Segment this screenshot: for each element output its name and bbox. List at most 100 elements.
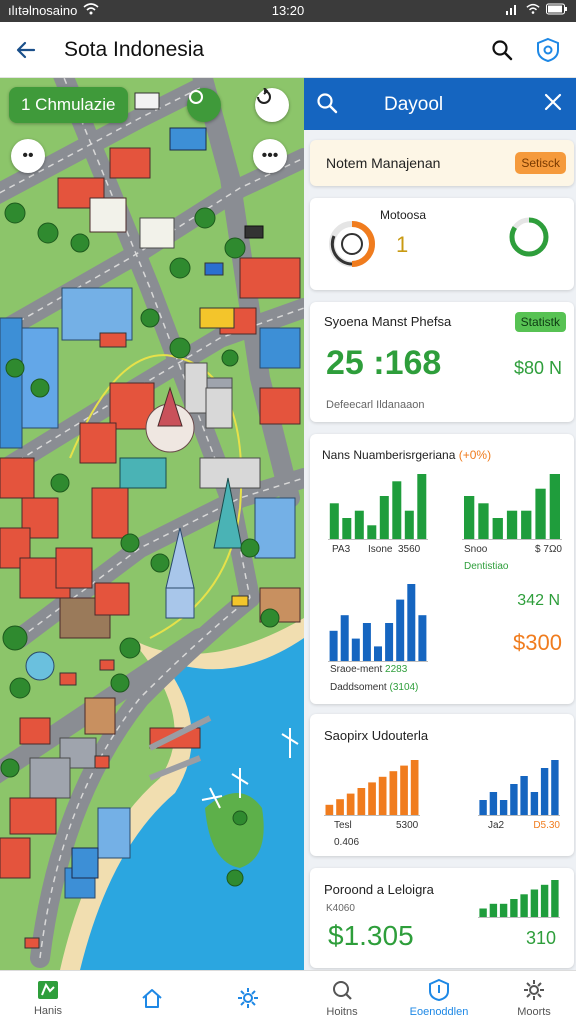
chart-b-value: 342 N [517,592,560,609]
chart-bar [492,518,503,540]
chart-bar [340,615,349,662]
map-locate-button[interactable] [187,88,221,122]
search-button[interactable] [486,34,518,66]
map-location-chip[interactable]: 1 Chmulazie [9,87,128,123]
charts-card-title-text: Nans Nuamberisrgeriana [322,448,456,462]
battery-icon [546,3,568,18]
revenue-sub: K4060 [326,903,355,914]
page-title: Sota Indonesia [64,38,205,61]
chart-bar [520,894,528,918]
search-icon [317,93,338,114]
chart-bar [357,788,366,816]
chart-bar [530,889,539,918]
settings-button[interactable] [532,34,564,66]
chart-bar [418,615,427,662]
chart-c-caption-text: Daddsoment [330,682,387,693]
chart-bar [342,518,352,540]
panel-close-button[interactable] [542,91,564,118]
map-more-button[interactable]: ••• [253,139,287,173]
refresh-icon [257,88,271,104]
status-bar: ılıtəlnosaino 13:20 [0,0,576,22]
chart-bar [521,510,532,540]
gauge-ring-icon [329,221,375,267]
map-dots-button[interactable]: •• [11,139,45,173]
chart-bar [407,584,416,662]
bar-chart-f [478,880,560,918]
city-map[interactable]: 1 Chmulazie •• ••• [0,78,304,970]
revenue-side-value: 310 [525,928,556,948]
blue-label-1: Ja2 [488,820,505,831]
charts-card-title-accent: (+0%) [458,448,492,462]
chart-a-label-3: 3560 [398,544,421,555]
orange-card-title: Saopirx Udouterla [324,728,429,743]
nav-label-home: Hanis [33,1005,63,1017]
chart-bar [325,804,334,816]
chart-bar [378,776,387,816]
bar-chart-b [462,474,562,540]
locate-icon [189,90,203,104]
chart-a-label-2: Isone [368,544,393,555]
summary-badge[interactable]: Statistk [514,312,566,332]
chart-c-caption-accent: (3104) [389,682,419,693]
more-icon: ••• [261,147,279,164]
map-layers-button[interactable] [255,88,289,122]
nav-item-house[interactable] [130,971,174,1024]
bar-chart-d [324,760,420,816]
chart-bar [540,768,549,816]
nav-item-gear[interactable] [226,971,270,1024]
chart-bar [336,799,344,816]
chart-bar [385,623,394,662]
search-icon [333,981,352,1000]
chart-bar [506,510,518,540]
nav-item-settings[interactable]: Moorts [506,971,562,1024]
chart-c-label-text: Sraoe-ment [330,664,383,675]
back-button[interactable] [10,34,42,66]
shield-gear-icon [537,37,559,63]
chart-bar [551,760,559,816]
blue-label-2: D5.30 [533,820,560,831]
chart-c-caption: Daddsoment (3104) [330,682,418,693]
management-badge[interactable]: Setisck [515,152,566,174]
management-label: Notem Manajenan [326,155,441,171]
gauge-label: Motoosa [380,208,427,222]
revenue-big-value: $1.305 [328,920,414,951]
nav-item-explore[interactable]: Hoitns [314,971,370,1024]
chart-bar [404,510,414,540]
chart-bar [520,776,528,816]
orange-sub: 0.406 [334,837,360,848]
panel-title: Dayool [384,94,444,115]
map-illustration [0,78,304,970]
panel-search-button[interactable] [316,92,338,119]
chart-a-label-1: PA3 [332,544,351,555]
chart-bar [510,899,518,918]
summary-footer: Defeecarl Ildanaaon [326,399,425,411]
summary-big-value: 25 :168 [326,344,442,382]
summary-card: Syoena Manst Phefsa Statistk 25 :168 $80… [310,302,574,422]
chart-bar [499,903,508,918]
gauge-value: 1 [396,232,409,257]
orange-label-2: 5300 [396,820,419,831]
management-card[interactable]: Notem Manajenan Setisck [310,140,574,186]
dashboard-panel: Dayool Notem Manajenan Setisck Motoosa 1… [304,78,576,970]
revenue-title: Poroond a Leloigra [324,882,434,897]
chart-bar [374,646,382,662]
nav-item-home[interactable]: Hanis [20,971,76,1024]
chart-bar [389,771,398,816]
nav-item-dashboard[interactable]: Eoenoddlen [404,971,474,1024]
chart-bar [464,496,475,540]
nav-label-dashboard: Eoenoddlen [409,1006,469,1018]
status-time: 13:20 [271,3,305,18]
chart-bar [400,765,408,816]
chart-b-caption: Dentistiao [464,561,509,572]
orange-label-1: Tesl [334,820,352,831]
dots-icon: •• [22,147,34,164]
chart-bar [329,503,339,540]
chart-c-side-value: $300 [513,630,562,655]
home-icon [142,989,162,1008]
chart-b-label-1: Snoo [464,544,488,555]
map-icon [38,981,58,999]
progress-ring-icon [509,217,549,257]
chart-bar [549,474,560,540]
chart-bar [499,800,508,816]
chart-bar [346,793,355,816]
